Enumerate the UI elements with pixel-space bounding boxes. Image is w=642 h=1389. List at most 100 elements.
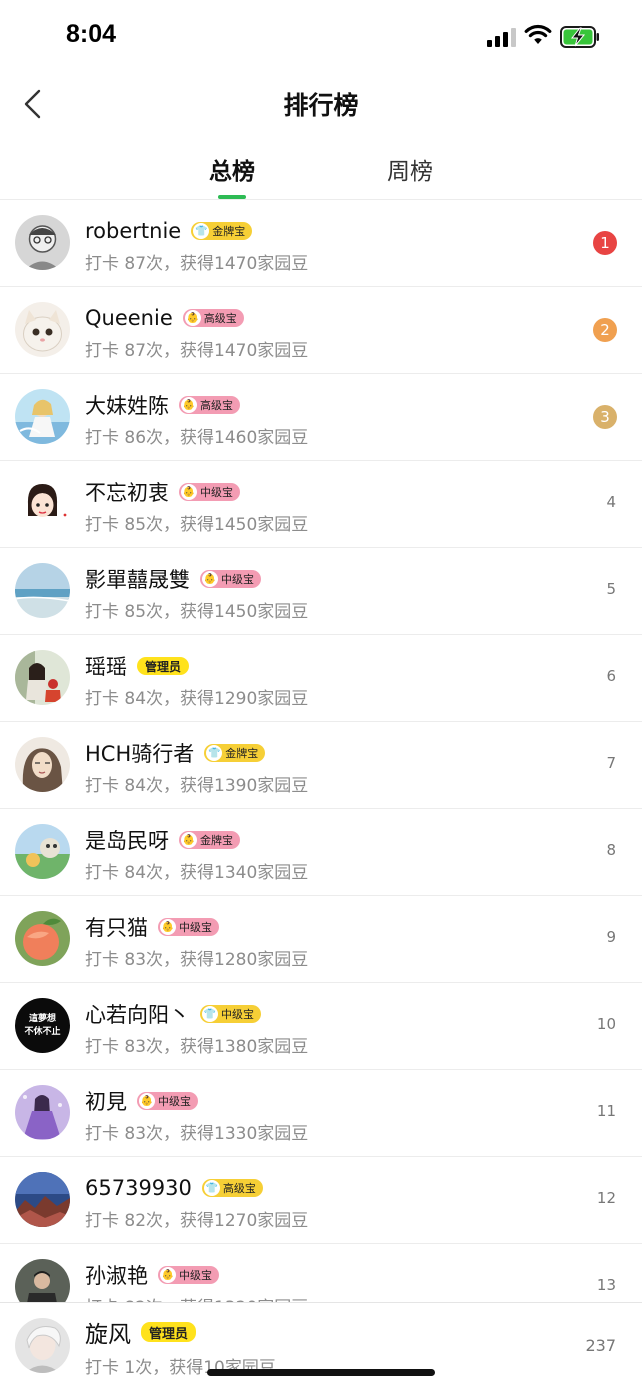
status-time: 8:04 [66, 20, 117, 48]
user-name: 初見 [85, 1090, 127, 1114]
checkin-stats: 打卡 85次，获得1450家园豆 [85, 515, 309, 535]
tab-weekly-ranking[interactable]: 周榜 [350, 152, 470, 186]
rank-number: 13 [596, 1276, 616, 1294]
name-line: 孙淑艳 👶 中级宝 [85, 1260, 219, 1290]
checkin-stats: 打卡 87次，获得1470家园豆 [85, 341, 309, 361]
list-item[interactable]: 大妹姓陈 👶 高级宝 打卡 86次，获得1460家园豆 3 [0, 374, 642, 461]
avatar [15, 824, 70, 879]
checkin-stats: 打卡 84次，获得1390家园豆 [85, 776, 309, 796]
rank-number: 6 [606, 667, 616, 685]
baby-icon: 👶 [139, 1093, 155, 1109]
my-user-name: 旋风 [85, 1322, 131, 1348]
list-item[interactable]: Queenie 👶 高级宝 打卡 87次，获得1470家园豆 2 [0, 287, 642, 374]
checkin-stats: 打卡 84次，获得1290家园豆 [85, 689, 309, 709]
baby-icon: 👶 [160, 919, 176, 935]
checkin-stats: 打卡 82次，获得1270家园豆 [85, 1211, 309, 1231]
level-badge: 👕 金牌宝 [204, 744, 266, 762]
baby-icon: 👶 [181, 397, 197, 413]
name-line: 65739930 👕 高级宝 [85, 1173, 263, 1203]
rank-number: 1 [593, 231, 617, 255]
battery-charging-icon [560, 26, 599, 48]
avatar [15, 650, 70, 705]
list-item[interactable]: 有只猫 👶 中级宝 打卡 83次，获得1280家园豆 9 [0, 896, 642, 983]
avatar [15, 1259, 70, 1302]
level-badge: 👶 中级宝 [179, 483, 240, 501]
ranking-list[interactable]: robertnie 👕 金牌宝 打卡 87次，获得1470家园豆 1 Queeni… [0, 200, 642, 1302]
list-item[interactable]: 65739930 👕 高级宝 打卡 82次，获得1270家园豆 12 [0, 1157, 642, 1244]
list-item[interactable]: 孙淑艳 👶中级宝 打卡 82次，获得1320家园豆 13 [0, 1244, 642, 1302]
baby-icon: 👶 [181, 484, 197, 500]
user-name: 大妹姓陈 [85, 394, 169, 418]
avatar-text: 這夢想 不休不止 [24, 1013, 61, 1037]
baby-icon: 👶 [181, 832, 197, 848]
nav-bar: 排行榜 [0, 72, 642, 136]
checkin-stats: 打卡 87次，获得1470家园豆 [85, 254, 309, 274]
user-name: Queenie [85, 306, 173, 330]
tshirt-icon: 👕 [202, 1006, 218, 1022]
checkin-stats: 打卡 83次，获得1280家园豆 [85, 950, 309, 970]
user-name: 瑶瑶 [85, 655, 127, 679]
rank-number: 5 [606, 580, 616, 598]
user-name: 有只猫 [85, 916, 148, 940]
tshirt-icon: 👕 [206, 745, 223, 761]
name-line: 是岛民呀 👶 金牌宝 [85, 825, 240, 855]
name-line: 初見 👶 中级宝 [85, 1086, 198, 1116]
checkin-stats: 打卡 86次，获得1460家园豆 [85, 428, 309, 448]
list-item[interactable]: HCH骑行者 👕 金牌宝 打卡 84次，获得1390家园豆 7 [0, 722, 642, 809]
list-item[interactable]: 初見 👶 中级宝 打卡 83次，获得1330家园豆 11 [0, 1070, 642, 1157]
rank-number: 3 [593, 405, 617, 429]
level-badge: 👶 中级宝 [137, 1092, 198, 1110]
baby-icon: 👶 [184, 310, 201, 326]
name-line: 影單囍晟雙 👶 中级宝 [85, 564, 261, 594]
user-name: 是岛民呀 [85, 829, 169, 853]
cellular-signal-icon [487, 27, 517, 47]
user-name: 孙淑艳 [85, 1264, 148, 1288]
user-name: robertnie [85, 219, 182, 243]
name-line: HCH骑行者 👕 金牌宝 [85, 738, 266, 768]
list-item[interactable]: robertnie 👕 金牌宝 打卡 87次，获得1470家园豆 1 [0, 200, 642, 287]
name-line: 不忘初衷 👶 中级宝 [85, 477, 240, 507]
rank-number: 4 [606, 493, 616, 511]
name-line: robertnie 👕 金牌宝 [85, 216, 253, 246]
active-tab-indicator [218, 195, 246, 199]
admin-badge: 管理员 [137, 657, 190, 675]
home-indicator [207, 1369, 435, 1376]
name-line: 瑶瑶 管理员 [85, 651, 190, 681]
level-badge: 👶 中级宝 [158, 1266, 219, 1284]
avatar [15, 1085, 70, 1140]
list-item[interactable]: 影單囍晟雙 👶 中级宝 打卡 85次，获得1450家园豆 5 [0, 548, 642, 635]
name-line: Queenie 👶 高级宝 [85, 303, 244, 333]
rank-number: 8 [606, 841, 616, 859]
user-name: 影單囍晟雙 [85, 568, 190, 592]
rank-number: 12 [596, 1189, 616, 1207]
level-badge: 👶 高级宝 [182, 309, 244, 327]
baby-icon: 👶 [160, 1267, 176, 1283]
rank-number: 2 [593, 318, 617, 342]
tab-total-ranking[interactable]: 总榜 [172, 152, 292, 186]
name-line: 心若向阳丶 👕 中级宝 [85, 999, 261, 1029]
status-bar: 8:04 [0, 0, 642, 72]
rank-number: 10 [596, 1015, 616, 1033]
list-item[interactable]: 不忘初衷 👶 中级宝 打卡 85次，获得1450家园豆 4 [0, 461, 642, 548]
avatar [15, 302, 70, 357]
avatar: 這夢想 不休不止 [15, 998, 70, 1053]
avatar [15, 1318, 70, 1373]
list-item[interactable]: 是岛民呀 👶 金牌宝 打卡 84次，获得1340家园豆 8 [0, 809, 642, 896]
avatar [15, 215, 70, 270]
avatar [15, 911, 70, 966]
level-badge: 👕 中级宝 [200, 1005, 261, 1023]
list-item[interactable]: 這夢想 不休不止 心若向阳丶 👕 中级宝 打卡 83次，获得1380家园豆 10 [0, 983, 642, 1070]
tab-bar: 总榜 周榜 [0, 140, 642, 200]
rank-number: 11 [596, 1102, 616, 1120]
avatar [15, 1172, 70, 1227]
checkin-stats: 打卡 82次，获得1320家园豆 [85, 1293, 308, 1302]
list-item[interactable]: 瑶瑶 管理员 打卡 84次，获得1290家园豆 6 [0, 635, 642, 722]
user-name: 65739930 [85, 1176, 192, 1200]
checkin-stats: 打卡 84次，获得1340家园豆 [85, 863, 309, 883]
name-line: 大妹姓陈 👶 高级宝 [85, 390, 240, 420]
checkin-stats: 打卡 85次，获得1450家园豆 [85, 602, 309, 622]
name-line: 有只猫 👶 中级宝 [85, 912, 219, 942]
checkin-stats: 打卡 83次，获得1380家园豆 [85, 1037, 309, 1057]
avatar [15, 389, 70, 444]
rank-number: 7 [606, 754, 616, 772]
